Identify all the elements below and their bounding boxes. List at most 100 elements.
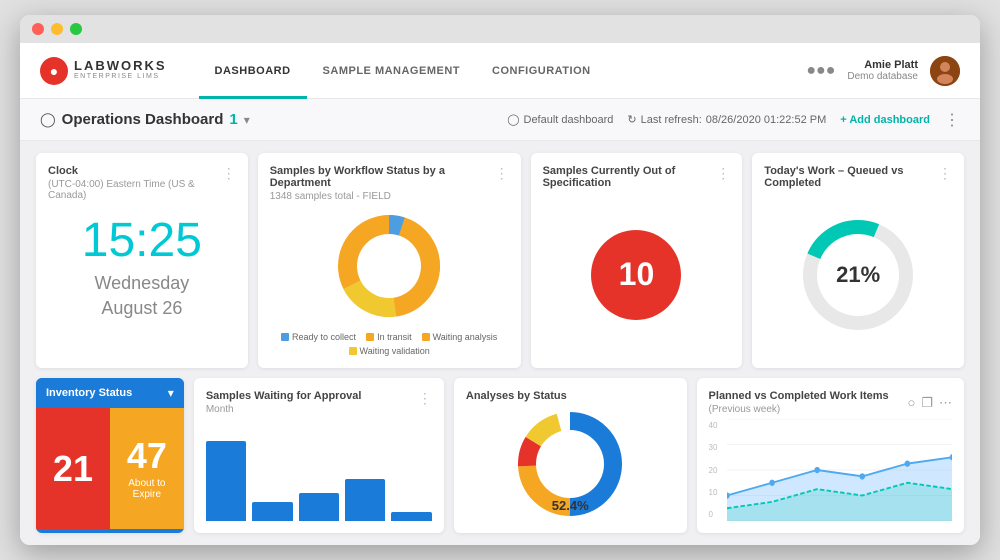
legend-dot-analysis — [422, 333, 430, 341]
workflow-card: Samples by Workflow Status by a Departme… — [258, 153, 521, 368]
clock-subtitle: (UTC-04:00) Eastern Time (US & Canada) — [48, 179, 222, 201]
inventory-red-num: 21 — [53, 451, 93, 487]
search-icon[interactable]: ●●● — [806, 62, 835, 80]
y-label-30: 30 — [709, 443, 718, 452]
inventory-item-red: 21 — [36, 408, 110, 529]
out-of-spec-title: Samples Currently Out of Specification — [543, 165, 717, 189]
avatar[interactable] — [930, 56, 960, 86]
logo-icon: ● — [40, 57, 68, 85]
planned-more-icon[interactable]: ⋯ — [939, 395, 952, 411]
legend-label-ready: Ready to collect — [292, 332, 356, 342]
last-refresh-label: Last refresh: — [641, 114, 702, 126]
nav-item-sample-management[interactable]: SAMPLE MANAGEMENT — [307, 43, 476, 99]
clock-more-icon[interactable]: ⋮ — [222, 165, 236, 182]
clock-day: Wednesday — [48, 271, 236, 296]
workflow-title: Samples by Workflow Status by a Departme… — [270, 165, 495, 189]
minimize-button[interactable] — [51, 23, 63, 35]
dashboard-title-area: ◯ Operations Dashboard 1 ▾ — [40, 111, 499, 128]
planned-refresh-icon[interactable]: ○ — [907, 395, 915, 411]
queued-more-icon[interactable]: ⋮ — [938, 165, 952, 182]
queued-percent: 21% — [836, 262, 880, 288]
user-info: Amie Platt Demo database — [847, 59, 918, 82]
waiting-bar-3 — [299, 493, 339, 521]
queued-gauge-container: 21% — [798, 193, 918, 356]
analyses-header: Analyses by Status — [466, 390, 675, 402]
waiting-header: Samples Waiting for Approval Month ⋮ — [206, 390, 432, 415]
inventory-yellow-num: 47 — [127, 438, 167, 474]
queued-header: Today's Work – Queued vs Completed ⋮ — [764, 165, 952, 189]
planned-subtitle: (Previous week) — [709, 404, 889, 415]
waiting-more-icon[interactable]: ⋮ — [418, 390, 432, 407]
dashboard-icon: ◯ — [40, 111, 56, 128]
inventory-header: Inventory Status ▾ — [36, 378, 184, 408]
waiting-title: Samples Waiting for Approval — [206, 390, 362, 402]
refresh-action[interactable]: ↻ Last refresh: 08/26/2020 01:22:52 PM — [627, 113, 826, 126]
queued-title: Today's Work – Queued vs Completed — [764, 165, 938, 189]
waiting-subtitle: Month — [206, 404, 362, 415]
logo-sub: ENTERPRISE LIMS — [74, 72, 167, 82]
planned-chart-area: 40 30 20 10 0 — [709, 419, 952, 521]
clock-title-group: Clock (UTC-04:00) Eastern Time (US & Can… — [48, 165, 222, 201]
default-dashboard-action[interactable]: ◯ Default dashboard — [507, 113, 613, 126]
dashboard-dropdown[interactable]: ▾ — [244, 113, 250, 127]
workflow-title-group: Samples by Workflow Status by a Departme… — [270, 165, 495, 202]
grid-row-2: Inventory Status ▾ 21 47 About to Expire — [36, 378, 964, 533]
planned-card: Planned vs Completed Work Items (Previou… — [697, 378, 964, 533]
title-bar — [20, 15, 980, 43]
app-container: ● LABWORKS ENTERPRISE LIMS DASHBOARD SAM… — [20, 43, 980, 545]
legend-analysis: Waiting analysis — [422, 332, 498, 342]
clock-title: Clock — [48, 165, 222, 177]
maximize-button[interactable] — [70, 23, 82, 35]
planned-icons-group: ○ ❐ ⋯ — [907, 395, 952, 411]
waiting-title-group: Samples Waiting for Approval Month — [206, 390, 362, 415]
workflow-legend: Ready to collect In transit Waiting anal… — [270, 332, 509, 356]
y-label-0: 0 — [709, 510, 718, 519]
out-of-spec-header: Samples Currently Out of Specification ⋮ — [543, 165, 731, 189]
nav-item-dashboard[interactable]: DASHBOARD — [199, 43, 307, 99]
waiting-bar-2 — [252, 502, 292, 521]
add-dashboard-button[interactable]: + Add dashboard — [840, 114, 930, 126]
y-label-40: 40 — [709, 421, 718, 430]
more-options-icon[interactable]: ⋮ — [944, 110, 960, 130]
workflow-more-icon[interactable]: ⋮ — [495, 165, 509, 182]
nav-item-configuration[interactable]: CONFIGURATION — [476, 43, 607, 99]
sub-header-right: ◯ Default dashboard ↻ Last refresh: 08/2… — [507, 110, 960, 130]
workflow-subtitle: 1348 samples total - FIELD — [270, 191, 495, 202]
planned-line-chart — [727, 419, 952, 521]
legend-ready: Ready to collect — [281, 332, 356, 342]
analyses-donut-container: 52.4% — [466, 406, 675, 521]
user-name: Amie Platt — [847, 59, 918, 71]
inventory-title: Inventory Status — [46, 387, 132, 399]
clock-date: August 26 — [48, 296, 236, 321]
clock-time-display: 15:25 — [48, 217, 236, 265]
planned-title-group: Planned vs Completed Work Items (Previou… — [709, 390, 889, 415]
clock-card: Clock (UTC-04:00) Eastern Time (US & Can… — [36, 153, 248, 368]
planned-y-labels: 40 30 20 10 0 — [709, 419, 718, 521]
workflow-donut-chart — [329, 206, 449, 326]
out-of-spec-card: Samples Currently Out of Specification ⋮… — [531, 153, 743, 368]
app-header: ● LABWORKS ENTERPRISE LIMS DASHBOARD SAM… — [20, 43, 980, 99]
close-button[interactable] — [32, 23, 44, 35]
waiting-bar-4 — [345, 479, 385, 521]
planned-header: Planned vs Completed Work Items (Previou… — [709, 390, 952, 415]
clock-date-display: Wednesday August 26 — [48, 271, 236, 321]
last-refresh-value: 08/26/2020 01:22:52 PM — [706, 114, 826, 126]
spec-value-container: 10 — [591, 193, 681, 356]
main-window: ● LABWORKS ENTERPRISE LIMS DASHBOARD SAM… — [20, 15, 980, 545]
sub-header: ◯ Operations Dashboard 1 ▾ ◯ Default das… — [20, 99, 980, 141]
waiting-bars — [206, 419, 432, 521]
legend-label-transit: In transit — [377, 332, 412, 342]
legend-label-analysis: Waiting analysis — [433, 332, 498, 342]
y-label-10: 10 — [709, 488, 718, 497]
legend-dot-validation — [349, 347, 357, 355]
waiting-card: Samples Waiting for Approval Month ⋮ — [194, 378, 444, 533]
inventory-item-yellow: 47 About to Expire — [110, 408, 184, 529]
dashboard-content: Clock (UTC-04:00) Eastern Time (US & Can… — [20, 141, 980, 545]
waiting-bar-5 — [391, 512, 431, 521]
inventory-dropdown-icon[interactable]: ▾ — [168, 386, 174, 400]
dashboard-number[interactable]: 1 — [229, 111, 237, 128]
planned-expand-icon[interactable]: ❐ — [921, 395, 933, 411]
out-of-spec-more-icon[interactable]: ⋮ — [716, 165, 730, 182]
legend-dot-transit — [366, 333, 374, 341]
main-nav: DASHBOARD SAMPLE MANAGEMENT CONFIGURATIO… — [199, 43, 807, 99]
